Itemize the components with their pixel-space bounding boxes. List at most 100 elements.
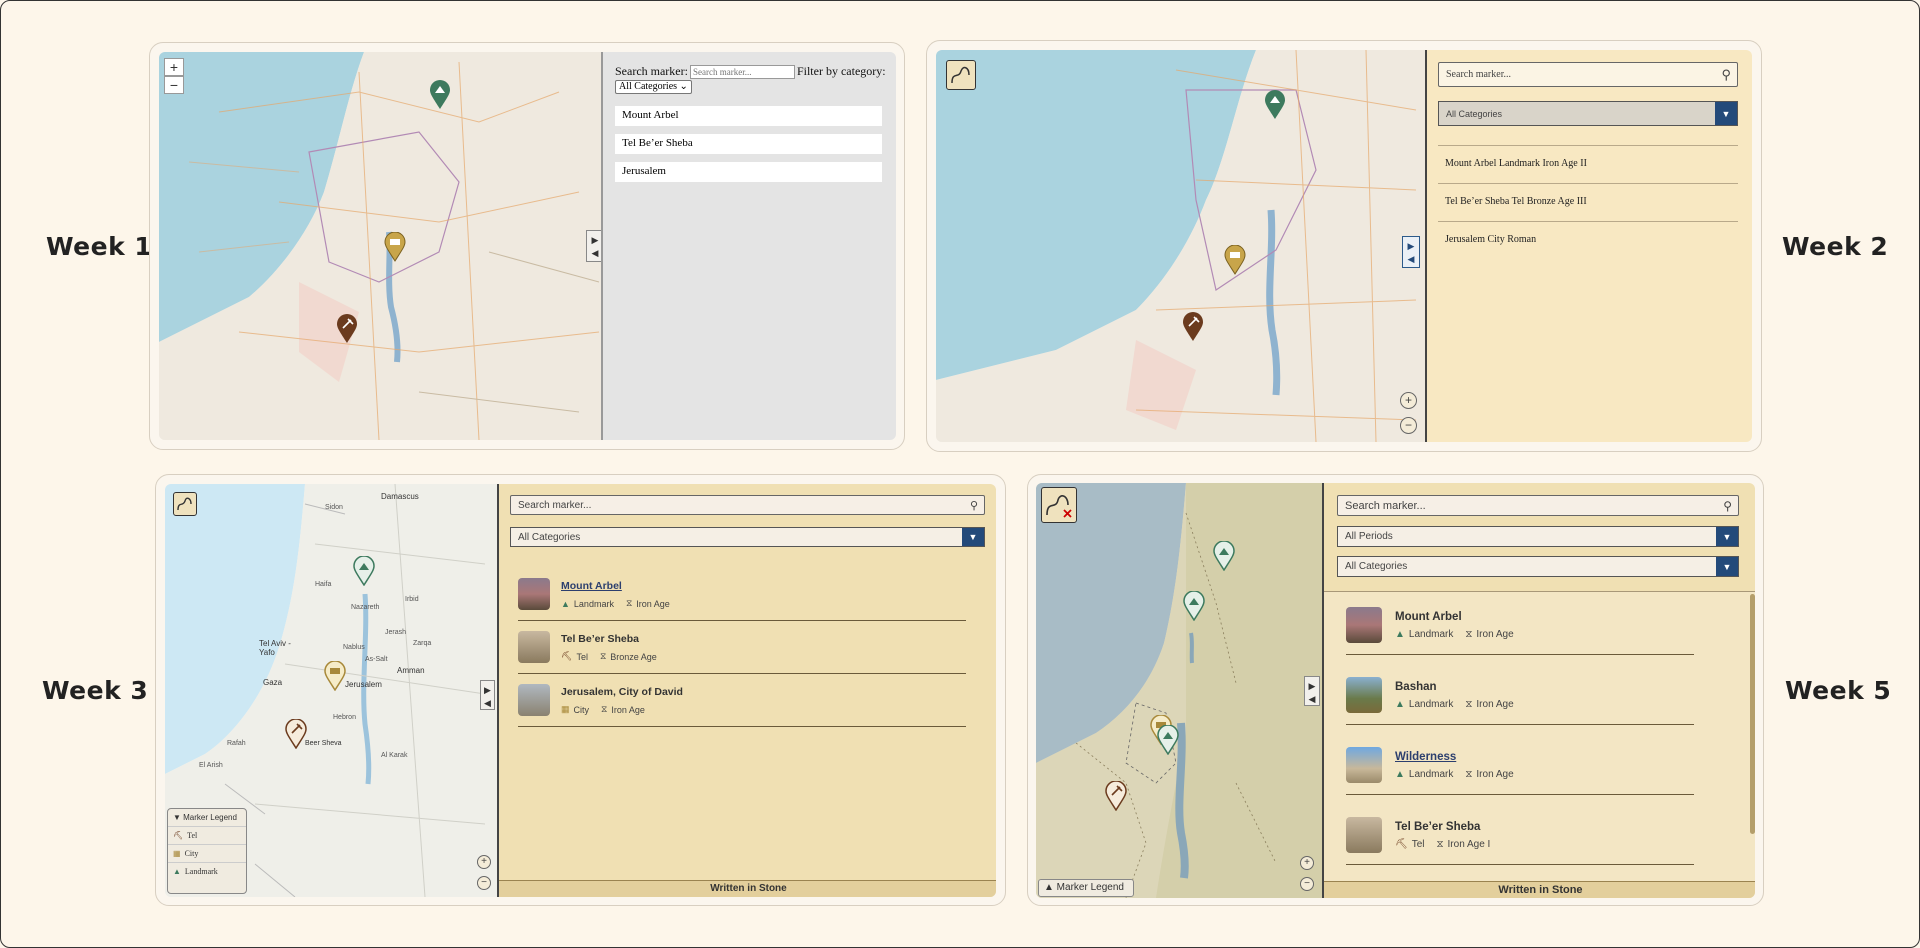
week1-search-input[interactable] [689, 64, 795, 79]
week1-category-select[interactable]: All Categories ⌄ [615, 80, 692, 94]
map-label: Zarqa [413, 640, 432, 647]
item-title[interactable]: Jerusalem, City of David [561, 686, 861, 698]
week3-tel-marker[interactable] [285, 719, 307, 749]
week3-landmark-marker[interactable] [353, 556, 375, 586]
week1-map[interactable]: + − ▶ ◀ [159, 52, 601, 440]
week5-landmark-marker[interactable] [1157, 725, 1179, 755]
week2-zoom-in-button[interactable]: + [1400, 392, 1417, 409]
item-title[interactable]: Bashan [1395, 681, 1695, 693]
hourglass-icon: ⧖ [1465, 769, 1473, 780]
divider [1438, 183, 1738, 184]
week2-list-item[interactable]: Mount Arbel Landmark Iron Age II [1445, 158, 1587, 169]
scrollbar[interactable] [1750, 594, 1755, 834]
map-label: Jerash [385, 629, 407, 636]
map-label: Nazareth [351, 604, 380, 611]
week5-zoom-out-button[interactable]: − [1300, 877, 1314, 891]
item-category: Landmark [1408, 699, 1454, 710]
week1-list-item[interactable]: Tel Be’er Sheba [615, 134, 882, 154]
week5-landmark-marker[interactable] [1183, 591, 1205, 621]
week1-list-item[interactable]: Jerusalem [615, 162, 882, 182]
week3-panel: Search marker... ⚲ All Categories ▼ Mount … [497, 484, 996, 897]
tel-icon: ⛏ [1395, 839, 1408, 850]
week2-zoom-out-button[interactable]: − [1400, 417, 1417, 434]
thumbnail [1346, 747, 1382, 783]
item-period: Iron Age [1476, 769, 1514, 780]
week3-category-value: All Categories [518, 531, 581, 543]
item-title[interactable]: Tel Be’er Sheba [561, 633, 861, 645]
week2-panel-toggle[interactable]: ▶ ◀ [1402, 236, 1420, 268]
hourglass-icon: ⧖ [1436, 839, 1444, 850]
hourglass-icon: ⧖ [599, 651, 607, 661]
item-title[interactable]: Mount Arbel [1395, 611, 1695, 623]
item-title[interactable]: Mount Arbel [561, 580, 861, 592]
week3-footer: Written in Stone [499, 880, 996, 897]
item-category: Landmark [1408, 629, 1454, 640]
week5-draw-route-icon[interactable] [1041, 487, 1077, 523]
landmark-icon: ▲ [173, 867, 181, 876]
search-icon: ⚲ [1723, 498, 1732, 513]
map-label: Tel Aviv - Yafo [259, 639, 291, 657]
item-period: Bronze Age [610, 651, 657, 662]
week5-map-graphic [1036, 483, 1322, 898]
week5-panel-toggle[interactable]: ▶ ◀ [1304, 676, 1320, 706]
week3-draw-route-icon[interactable] [173, 492, 197, 516]
week1-landmark-marker[interactable] [429, 80, 451, 110]
legend-entry: City [184, 849, 199, 858]
week1-tel-marker[interactable] [336, 314, 358, 344]
week3-marker-legend[interactable]: ▼ Marker Legend ⛏ Tel ▦ City ▲ Landmark [167, 808, 247, 894]
week2-draw-route-icon[interactable] [946, 60, 976, 90]
week2-map[interactable]: + − ▶ ◀ [936, 50, 1425, 442]
week2-tel-marker[interactable] [1182, 312, 1204, 342]
item-category: Landmark [1408, 769, 1454, 780]
week3-zoom-in-button[interactable]: + [477, 855, 491, 869]
week1-city-marker[interactable] [384, 232, 406, 262]
chevron-down-icon: ▼ [1716, 557, 1738, 576]
week2-category-select[interactable]: All Categories ▼ [1438, 101, 1738, 126]
week5-category-select[interactable]: All Categories ▼ [1337, 556, 1739, 577]
thumbnail [1346, 677, 1382, 713]
week2-list-item[interactable]: Jerusalem City Roman [1445, 234, 1536, 245]
week3-category-select[interactable]: All Categories ▼ [510, 527, 985, 547]
week3-map[interactable]: Damascus Tel Aviv - Yafo Amman Jerusalem… [165, 484, 497, 897]
city-icon: ▦ [173, 849, 181, 858]
item-title[interactable]: Wilderness [1395, 751, 1695, 763]
week5-marker-legend-button[interactable]: ▲ Marker Legend [1038, 879, 1134, 897]
week5-zoom-in-button[interactable]: + [1300, 856, 1314, 870]
week1-zoom-in-button[interactable]: + [164, 58, 184, 76]
week5-panel: Search marker... ⚲ All Periods ▼ All Categ… [1322, 483, 1755, 898]
landmark-icon: ▲ [561, 598, 570, 609]
week5-search-input[interactable]: Search marker... ⚲ [1337, 495, 1739, 516]
hourglass-icon: ⧖ [625, 598, 633, 608]
week2-city-marker[interactable] [1224, 245, 1246, 275]
week2-category-value: All Categories [1446, 108, 1503, 119]
week3-search-input[interactable]: Search marker... ⚲ [510, 495, 985, 515]
week-5-label: Week 5 [1785, 676, 1892, 705]
chevron-down-icon: ▼ [1716, 527, 1738, 546]
week1-zoom-out-button[interactable]: − [164, 76, 184, 94]
week2-panel: Search marker... ⚲ All Categories ▼ Mount … [1425, 50, 1752, 442]
week3-city-marker[interactable] [324, 661, 346, 691]
divider [1346, 794, 1694, 795]
map-label: Hebron [333, 714, 356, 721]
legend-title[interactable]: ▼ Marker Legend [168, 809, 246, 826]
week5-results-list[interactable]: Mount Arbel ▲ Landmark ⧖ Iron Age Bashan ▲ L… [1324, 591, 1755, 881]
item-period: Iron Age [636, 598, 670, 609]
item-category: City [573, 704, 590, 715]
week5-map[interactable]: ▲ Marker Legend + − ▶ ◀ [1036, 483, 1322, 898]
week1-list-item[interactable]: Mount Arbel [615, 106, 882, 126]
map-label: Rafah [227, 740, 246, 747]
week2-list-item[interactable]: Tel Be’er Sheba Tel Bronze Age III [1445, 196, 1587, 207]
week1-panel-toggle[interactable]: ▶ ◀ [586, 230, 601, 262]
week5-landmark-marker[interactable] [1213, 541, 1235, 571]
week5-period-select[interactable]: All Periods ▼ [1337, 526, 1739, 547]
item-title[interactable]: Tel Be’er Sheba [1395, 821, 1695, 833]
thumbnail [1346, 607, 1382, 643]
week2-landmark-marker[interactable] [1264, 90, 1286, 120]
week3-zoom-out-button[interactable]: − [477, 876, 491, 890]
week5-tel-marker[interactable] [1105, 781, 1127, 811]
week3-panel-toggle[interactable]: ▶ ◀ [480, 680, 495, 710]
week2-search-input[interactable]: Search marker... ⚲ [1438, 62, 1738, 87]
landmark-icon: ▲ [1395, 769, 1405, 780]
tel-icon: ⛏ [173, 831, 184, 840]
chevron-down-icon: ▼ [962, 528, 984, 546]
